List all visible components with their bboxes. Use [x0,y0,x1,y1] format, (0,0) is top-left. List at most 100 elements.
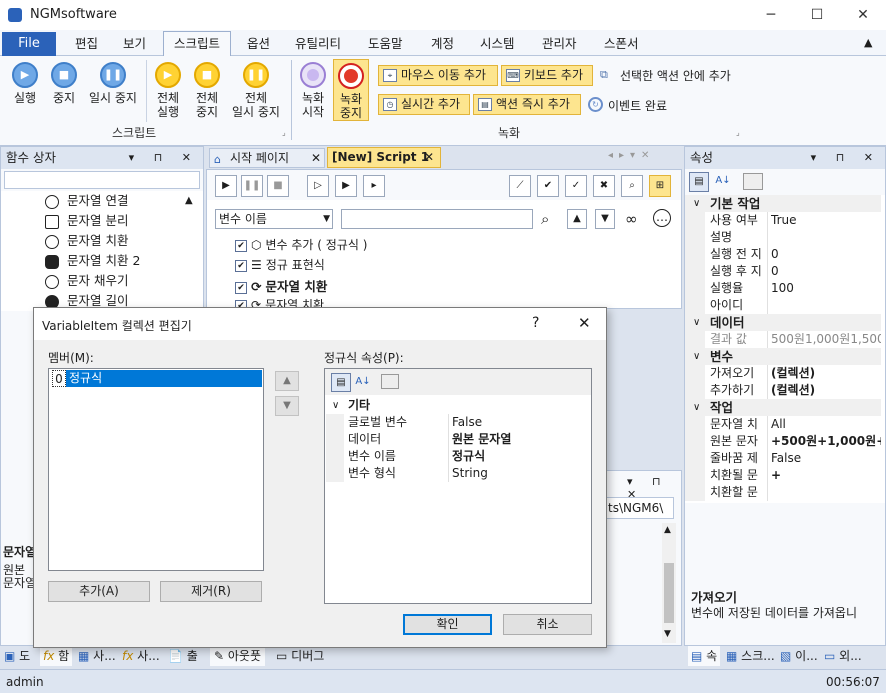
dialog-launcher-icon[interactable]: ⌟ [282,128,286,137]
scroll-down-icon[interactable]: ▼ [664,629,671,639]
property-row[interactable]: 변수 형식 String [326,465,591,482]
step-icon[interactable]: ▷ [307,175,329,197]
categorized-icon[interactable]: ▤ [331,373,351,392]
action-row[interactable]: ✔ ⬡ 변수 추가 ( 정규식 ) [235,236,367,254]
search-input[interactable] [341,209,533,229]
move-down-button[interactable]: ▼ [275,396,299,416]
delete-icon[interactable]: ✖ [593,175,615,197]
action-row[interactable]: ✔ ⟳ 문자열 치환 [235,276,327,294]
function-search-input[interactable] [4,171,200,189]
help-button[interactable]: ? [532,315,539,331]
remove-button[interactable]: 제거(R) [160,581,262,602]
panel-controls[interactable]: ▾ ⊓ ✕ [129,147,199,169]
menu-view[interactable]: 보기 [123,34,146,54]
check-icon[interactable]: ✓ [565,175,587,197]
menu-sponsor[interactable]: 스폰서 [604,34,639,54]
close-icon[interactable]: ✕ [578,314,591,332]
scroll-thumb[interactable] [664,563,674,623]
category-row[interactable]: ∨ 작업 [685,399,881,416]
scroll-up-icon[interactable]: ▲ [185,195,193,206]
property-row[interactable]: 결과 값500원1,000원1,500원2 [685,331,881,348]
category-row[interactable]: ∨ 기타 [326,397,591,414]
close-icon[interactable]: ✕ [424,148,434,167]
tree-icon[interactable]: ⊞ [649,175,671,197]
play-icon[interactable]: ▶ [215,175,237,197]
property-row[interactable]: 원본 문자+500원+1,000원+1, [685,433,881,450]
search-field-select[interactable]: 변수 이름 ▼ [215,209,333,229]
pause-all-button[interactable]: ❚❚ 전체 일시 중지 [228,62,284,119]
tab-properties[interactable]: ▤ 속 [688,646,721,666]
property-row[interactable]: 변수 이름 정규식 [326,448,591,465]
property-row[interactable]: 글로벌 변수 False [326,414,591,431]
categorized-icon[interactable]: ▤ [689,172,709,192]
menu-script[interactable]: 스크립트 [163,31,231,57]
property-row[interactable]: 실행율 100 [685,280,881,297]
add-realtime-button[interactable]: ◷ 실시간 추가 [378,94,470,115]
list-item[interactable]: 문자열 치환 2 [45,251,140,271]
category-row[interactable]: ∨ 기본 작업 [685,195,881,212]
list-item[interactable]: 문자열 치환 [45,231,128,251]
menu-admin[interactable]: 관리자 [542,34,577,54]
collapse-ribbon-icon[interactable]: ▲ [864,36,872,49]
checkbox[interactable]: ✔ [235,281,247,294]
search-icon[interactable]: ⌕ [541,210,549,228]
menu-account[interactable]: 계정 [431,34,454,54]
cancel-button[interactable]: 취소 [503,614,592,635]
up-arrow-icon[interactable]: ▲ [567,209,587,229]
close-icon[interactable]: ✕ [311,149,321,167]
ok-button[interactable]: 확인 [403,614,492,635]
run-all-button[interactable]: ▶ 전체 실행 [150,62,186,119]
stop-button[interactable]: ■ 중지 [48,62,80,105]
list-item[interactable]: 문자열 분리 [45,211,128,231]
step-over-icon[interactable]: ▸ [363,175,385,197]
property-pages-icon[interactable] [743,173,763,190]
tab-script-1[interactable]: [New] Script 1 ✕ [327,147,441,168]
property-row[interactable]: 치환할 문 [685,484,881,501]
action-row[interactable]: ✔ ☰ 정규 표현식 [235,256,325,274]
menu-system[interactable]: 시스템 [480,34,515,54]
scroll-up-icon[interactable]: ▲ [664,525,671,535]
list-item[interactable]: 문자 채우기 [45,271,128,291]
property-row[interactable]: 실행 전 지0 [685,246,881,263]
tab-output-partial[interactable]: 📄 출 [168,646,198,666]
file-menu-button[interactable]: File [2,32,56,56]
add-keyboard-button[interactable]: ⌨ 키보드 추가 [501,65,593,86]
menu-help[interactable]: 도움말 [368,34,403,54]
tab-function-box[interactable]: fx 함 [40,646,73,666]
tab-external[interactable]: ▭ 외... [824,646,862,666]
tab-output[interactable]: ✎ 아웃풋 [210,646,266,666]
property-row[interactable]: 치환될 문 + [685,467,881,484]
property-row[interactable]: 사용 여부 True [685,212,881,229]
checkbox[interactable]: ✔ [235,239,247,252]
pause-button[interactable]: ❚❚ 일시 중지 [84,62,142,105]
menu-utility[interactable]: 유틸리티 [295,34,341,54]
property-pages-icon[interactable] [381,374,399,389]
add-in-selected-button[interactable]: ⧉ 선택한 액션 안에 추가 [598,67,731,87]
tab-user-1[interactable]: ▦ 사... [78,646,116,666]
maximize-icon[interactable]: ☐ [794,0,840,30]
record-start-button[interactable]: 녹화 시작 [296,62,330,119]
category-row[interactable]: ∨ 데이터 [685,314,881,331]
property-row[interactable]: 아이디 [685,297,881,314]
property-row[interactable]: 가져오기 (컬렉션) [685,365,881,382]
add-mouse-move-button[interactable]: ⌖ 마우스 이동 추가 [378,65,498,86]
minimize-icon[interactable]: ─ [748,0,794,30]
property-row[interactable]: 추가하기 (컬렉션) [685,382,881,399]
property-row[interactable]: 설명 [685,229,881,246]
list-item[interactable]: 문자열 연결 [45,191,128,211]
menu-edit[interactable]: 편집 [75,34,98,54]
add-action-now-button[interactable]: ▤ 액션 즉시 추가 [473,94,581,115]
sort-az-icon[interactable]: A↓ [353,373,373,392]
list-item[interactable]: 0 정규식 [50,370,262,387]
property-row[interactable]: 문자열 치 All [685,416,881,433]
check-all-icon[interactable]: ✔ [537,175,559,197]
tab-debug[interactable]: ▭ 디버그 [276,646,324,666]
tab-image[interactable]: ▧ 이... [780,646,818,666]
property-row[interactable]: 실행 후 지0 [685,263,881,280]
stop-all-button[interactable]: ■ 전체 중지 [189,62,225,119]
down-arrow-icon[interactable]: ▼ [595,209,615,229]
dialog-launcher-icon[interactable]: ⌟ [736,128,740,137]
menu-options[interactable]: 옵션 [247,34,270,54]
run-button[interactable]: ▶ 실행 [8,62,42,105]
tab-user-2[interactable]: fx 사... [122,646,160,666]
